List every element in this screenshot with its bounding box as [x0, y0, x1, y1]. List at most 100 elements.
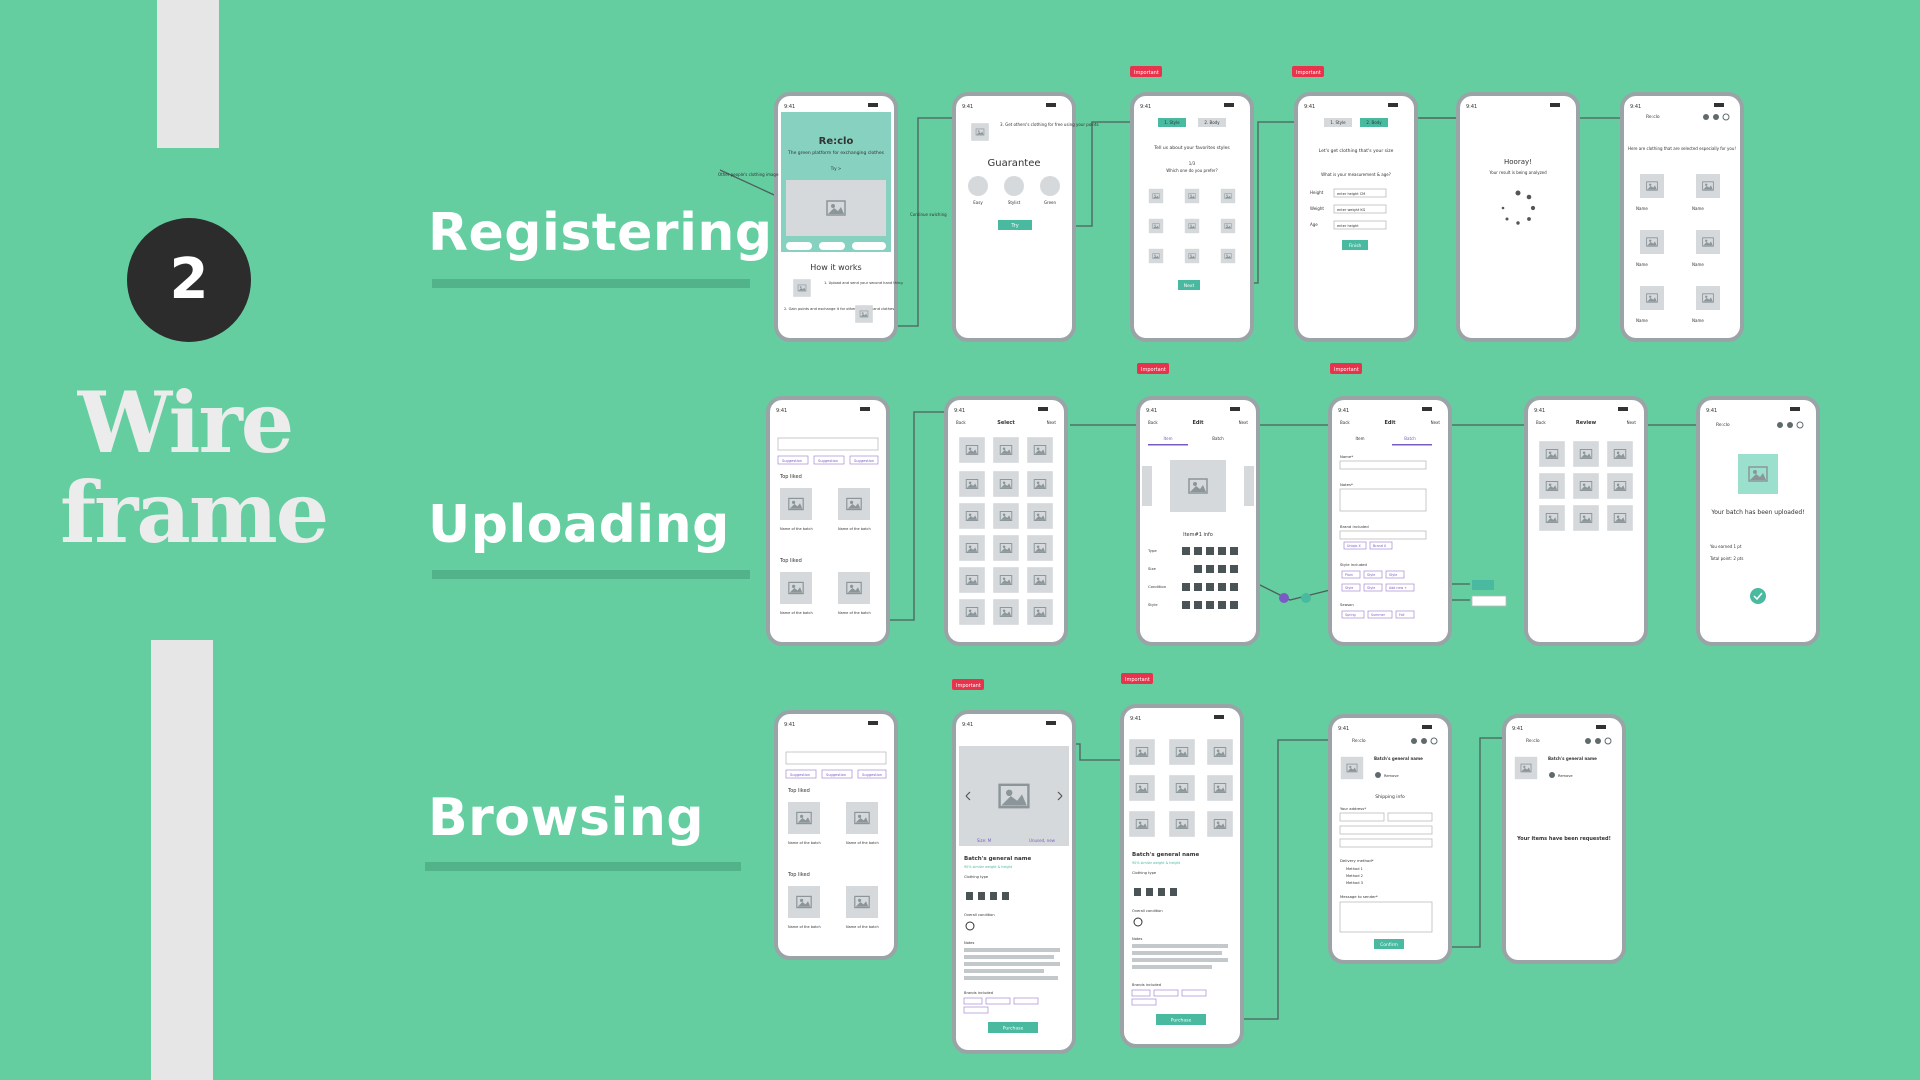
- new-style-popup: [1471, 595, 1507, 607]
- earned-points: You earned 1 pt: [1709, 544, 1742, 549]
- screen-browsing-requested: Re:clo Batch's general name Remove Your …: [1502, 714, 1626, 964]
- attr-label: Style: [1148, 602, 1158, 607]
- field-placeholder: enter weight KG: [1337, 208, 1366, 212]
- item-name: Name: [1636, 318, 1648, 323]
- info-text: 3. Get others's clothing for free using …: [1000, 122, 1099, 127]
- section-label: Clothing type: [1132, 871, 1157, 875]
- batch-name: Name of the batch: [788, 925, 821, 929]
- field-label: Message to sender*: [1340, 894, 1378, 899]
- annotation-note: Continue swiching: [910, 212, 947, 217]
- item-name: Name: [1636, 262, 1648, 267]
- next-link: Next: [1627, 420, 1637, 425]
- screen-registering-results: Re:clo Here are clothing that are select…: [1620, 92, 1744, 342]
- batch-name: Name of the batch: [846, 841, 879, 845]
- remove-link: Remove: [1558, 774, 1573, 778]
- batch-title: Batch's general name: [964, 856, 1031, 862]
- item-name: Name: [1692, 318, 1704, 323]
- next-link: Next: [1239, 420, 1249, 425]
- hooray-title: Hooray!: [1504, 158, 1532, 166]
- section-label: Overall condition: [964, 913, 995, 917]
- purchase-button: Purchase: [1003, 1026, 1024, 1032]
- section-label: Brands included: [964, 991, 993, 995]
- suggestion-chip: Suggestion: [818, 459, 838, 463]
- screen-browsing-batch-scrolled: Batch's general name 90% similar weight …: [1120, 704, 1244, 1048]
- step-1-text: 1. Upload and send your second hand thin…: [824, 281, 903, 285]
- method-option: Method 2: [1346, 874, 1363, 878]
- screen-registering-style: 1. Style 2. Body Tell us about your favo…: [1130, 92, 1254, 342]
- field-label: Season: [1340, 602, 1354, 607]
- back-link: Back: [956, 420, 966, 425]
- condition-label: Unused, new: [1029, 838, 1056, 843]
- purchase-button: Purchase: [1171, 1018, 1192, 1024]
- option-label: Stylist: [1008, 200, 1021, 205]
- screen-uploading-review: Back Review Next: [1524, 396, 1648, 646]
- item-info-heading: Item#1 info: [1183, 532, 1213, 538]
- suggestion-chip: Suggestion: [826, 773, 846, 777]
- season-chip: Summer: [1371, 613, 1386, 617]
- brand-logo: Re:clo: [1526, 738, 1540, 744]
- season-chip: Spring: [1345, 613, 1356, 617]
- method-option: Method 1: [1346, 867, 1363, 871]
- next-link: Next: [1431, 420, 1441, 425]
- attr-label: Type: [1147, 548, 1157, 553]
- tab-style: 1. Style: [1330, 120, 1346, 125]
- try-button: Try: [1010, 223, 1018, 229]
- item-name: Name: [1692, 262, 1704, 267]
- season-chip: Fall: [1399, 613, 1405, 617]
- next-button: Next: [1184, 283, 1195, 289]
- section-label: Overall condition: [1132, 909, 1163, 913]
- match-text: 90% similar weight & height: [1132, 861, 1181, 865]
- question: Which one do you prefer?: [1166, 168, 1217, 173]
- field-label: Notes*: [1340, 482, 1353, 487]
- style-chip: Style: [1367, 586, 1375, 590]
- section-label: Notes: [1132, 937, 1143, 941]
- attr-label: Size: [1148, 566, 1156, 571]
- brand-chip: Uniqlo X: [1347, 544, 1361, 548]
- tab-batch: Batch: [1404, 436, 1416, 441]
- shipping-heading: Shipping info: [1375, 794, 1405, 800]
- method-option: Method 3: [1346, 881, 1363, 885]
- try-link: Try >: [830, 166, 842, 171]
- add-new-chip: Add new +: [1389, 586, 1407, 590]
- batch-name: Name of the batch: [838, 611, 871, 615]
- item-name: Name: [1692, 206, 1704, 211]
- brand-logo: Re:clo: [1352, 738, 1366, 744]
- batch-title: Batch's general name: [1374, 756, 1423, 761]
- screen-browsing-home: Suggestion Suggestion Suggestion Top lik…: [774, 710, 898, 960]
- important-tag-label: Important: [1296, 70, 1321, 76]
- field-label: Brand included: [1340, 524, 1369, 529]
- next-link: Next: [1047, 420, 1057, 425]
- screen-uploading-done: Re:clo Your batch has been uploaded! You…: [1696, 396, 1820, 646]
- screen-uploading-edit-item: Back Edit Next Item Batch Item#1 info Ty…: [1136, 396, 1260, 646]
- brand-logo: Re:clo: [1646, 114, 1660, 120]
- section-label: Notes: [964, 941, 975, 945]
- annotation-note: Other people's clothing image: [718, 172, 779, 177]
- screen-title: Edit: [1192, 420, 1204, 426]
- important-tag-label: Important: [1134, 70, 1159, 76]
- style-chip: Plain: [1345, 573, 1353, 577]
- check-icon: [1750, 588, 1766, 604]
- style-popup: [1472, 580, 1494, 590]
- batch-name: Name of the batch: [780, 527, 813, 531]
- tab-item: Item: [1163, 436, 1172, 441]
- results-text: Here are clothing that are selected espe…: [1628, 146, 1736, 151]
- question-title: Let's get clothing that's your size: [1319, 148, 1394, 154]
- screen-uploading-select: Back Select Next: [944, 396, 1068, 646]
- screen-registering-body: 1. Style 2. Body Let's get clothing that…: [1294, 92, 1418, 342]
- back-link: Back: [1148, 420, 1158, 425]
- question-title: Tell us about your favorites styles: [1153, 145, 1230, 151]
- tab-body: 2. Body: [1366, 120, 1382, 125]
- screen-registering-analyzing: Hooray! Your result is being analyzed: [1456, 92, 1580, 342]
- field-label: Style included: [1340, 562, 1367, 567]
- remove-link: Remove: [1384, 774, 1399, 778]
- tab-style: 1. Style: [1164, 120, 1180, 125]
- size-label: Size: M: [977, 838, 992, 843]
- style-chip: Style: [1345, 586, 1353, 590]
- field-label: Weight: [1310, 206, 1324, 211]
- option-label: Easy: [973, 200, 983, 205]
- important-tag-label: Important: [1334, 367, 1359, 373]
- style-chip: Style: [1367, 573, 1375, 577]
- counter: 1/3: [1189, 161, 1196, 166]
- choose-icon: [1279, 593, 1289, 603]
- batch-name: Name of the batch: [838, 527, 871, 531]
